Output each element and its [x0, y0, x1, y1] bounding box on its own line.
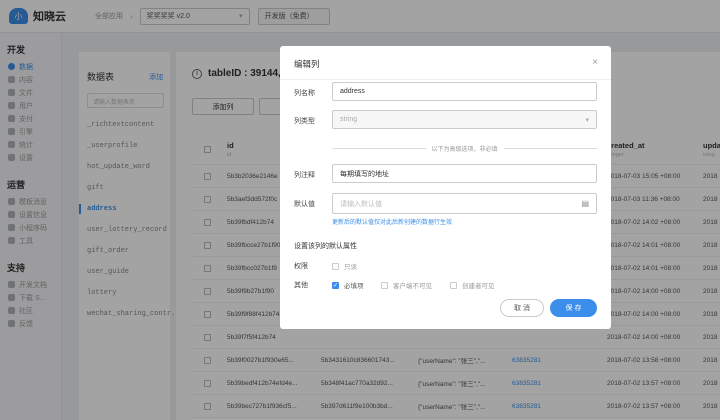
column-type-value: string	[340, 116, 358, 123]
advanced-options-text: 以下为高级选项，非必填	[431, 146, 498, 153]
default-value-hint: 更新后的默认值仅对此后新创建的数据行生效	[332, 220, 453, 226]
column-type-label: 列类型	[294, 118, 315, 125]
attributes-title: 设置该列的默认属性	[294, 243, 357, 250]
document-icon[interactable]: ▤	[581, 199, 589, 208]
edit-column-dialog: 编辑列 × 列名称 address 列类型 string ▾ 以下为高级选项，非…	[280, 46, 611, 329]
divider	[280, 79, 611, 80]
client-invisible-checkbox[interactable]: 客户端不可见	[381, 280, 432, 290]
chevron-down-icon: ▾	[585, 116, 589, 124]
column-comment-label: 列注释	[294, 172, 315, 179]
required-checkbox[interactable]: ✓ 必填项	[332, 280, 364, 290]
default-value-label: 默认值	[294, 201, 315, 208]
cancel-button[interactable]: 取 消	[500, 299, 544, 317]
permission-label: 权限	[294, 263, 308, 270]
creator-visible-label: 创建者可见	[462, 283, 495, 290]
other-label: 其他	[294, 282, 308, 289]
default-value-placeholder: 请输入默认值	[340, 201, 382, 208]
check-icon: ✓	[332, 281, 339, 289]
checkbox-box	[332, 262, 339, 270]
column-type-select: string ▾	[332, 110, 597, 129]
dialog-title: 编辑列	[294, 59, 320, 69]
creator-visible-checkbox[interactable]: 创建者可见	[450, 280, 495, 290]
column-name-input[interactable]: address	[332, 82, 597, 101]
checkbox-box	[381, 281, 388, 289]
client-invisible-label: 客户端不可见	[393, 283, 432, 290]
advanced-divider: 以下为高级选项，非必填	[332, 143, 598, 153]
column-comment-input[interactable]: 每期填写的地址	[332, 164, 597, 183]
column-name-value: address	[340, 88, 365, 95]
readonly-checkbox[interactable]: 只读	[332, 261, 357, 271]
column-comment-value: 每期填写的地址	[340, 170, 389, 178]
default-value-textarea[interactable]: 请输入默认值 ▤	[332, 193, 597, 214]
close-icon[interactable]: ×	[592, 57, 598, 68]
checkbox-box	[450, 281, 457, 289]
column-name-label: 列名称	[294, 90, 315, 97]
save-button[interactable]: 保 存	[550, 299, 597, 317]
required-label: 必填项	[344, 283, 364, 290]
readonly-label: 只读	[344, 264, 357, 271]
